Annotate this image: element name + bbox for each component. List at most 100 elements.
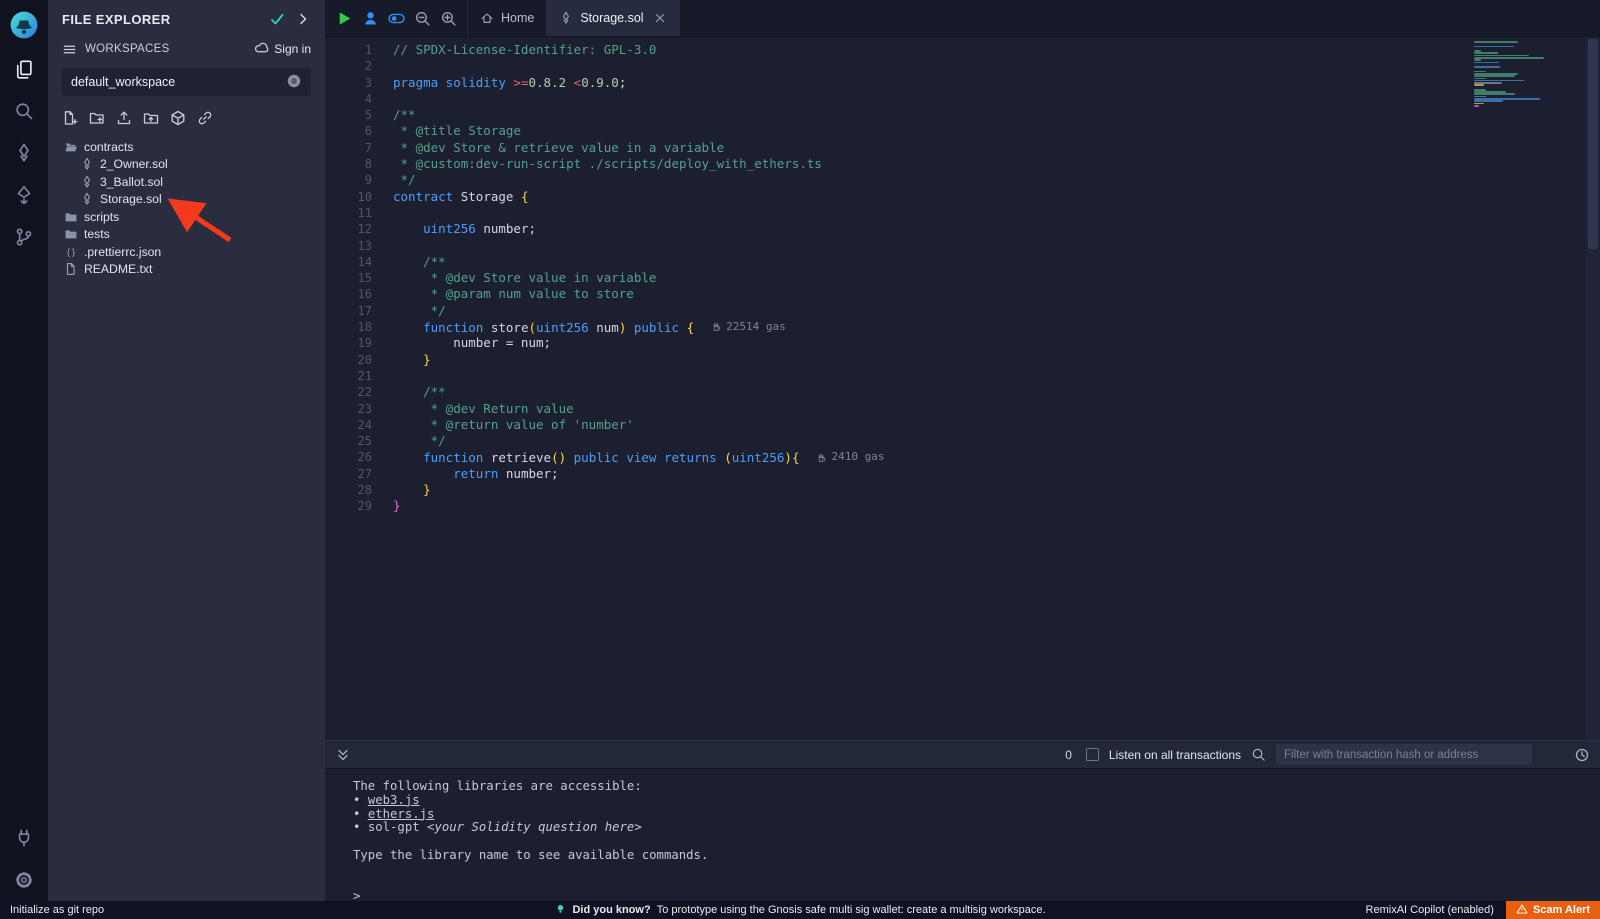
- settings-icon[interactable]: [0, 859, 48, 901]
- minimap-line: [1474, 78, 1486, 80]
- editor-scrollbar[interactable]: [1586, 37, 1600, 740]
- terminal-line: Type the library name to see available c…: [353, 849, 1600, 863]
- terminal-line: • sol-gpt <your Solidity question here>: [353, 821, 1600, 835]
- code-line-29[interactable]: }: [393, 498, 1600, 514]
- transaction-count: 0: [1065, 748, 1076, 762]
- remixai-copilot-status[interactable]: RemixAI Copilot (enabled): [1354, 904, 1506, 916]
- code-line-5[interactable]: /**: [393, 107, 1600, 123]
- minimap[interactable]: [1474, 41, 1584, 107]
- code-line-18[interactable]: function store(uint256 num) public {2251…: [393, 319, 1600, 335]
- code-line-21[interactable]: [393, 368, 1600, 384]
- terminal-prompt[interactable]: >: [353, 890, 1600, 901]
- code-line-14[interactable]: /**: [393, 254, 1600, 270]
- terminal-link-web3.js[interactable]: web3.js: [368, 793, 420, 807]
- tree-item--prettierrc-json[interactable]: {}.prettierrc.json: [48, 243, 325, 261]
- tree-item-3-ballot-sol[interactable]: 3_Ballot.sol: [48, 173, 325, 191]
- code-line-22[interactable]: /**: [393, 384, 1600, 400]
- tab-storage-sol[interactable]: Storage.sol: [547, 0, 679, 36]
- tree-item-scripts[interactable]: scripts: [48, 208, 325, 226]
- solidity-file-icon: [80, 157, 94, 171]
- listen-all-transactions-checkbox[interactable]: [1086, 748, 1099, 761]
- code-line-13[interactable]: [393, 238, 1600, 254]
- scrollbar-thumb[interactable]: [1588, 39, 1598, 249]
- link-icon[interactable]: [197, 110, 213, 126]
- workspaces-menu-icon[interactable]: [62, 42, 77, 57]
- code-line-12[interactable]: uint256 number;: [393, 221, 1600, 237]
- code-editor[interactable]: 1234567891011121314151617181920212223242…: [325, 37, 1600, 740]
- code-line-27[interactable]: return number;: [393, 466, 1600, 482]
- file-explorer-icon[interactable]: [0, 48, 48, 90]
- tree-item-2-owner-sol[interactable]: 2_Owner.sol: [48, 156, 325, 174]
- code-content[interactable]: // SPDX-License-Identifier: GPL-3.0 pragm…: [393, 37, 1600, 740]
- code-line-19[interactable]: number = num;: [393, 335, 1600, 351]
- terminal-output[interactable]: The following libraries are accessible:•…: [325, 769, 1600, 901]
- line-number: 9: [325, 172, 393, 188]
- close-tab-icon[interactable]: [653, 11, 667, 25]
- tree-item-tests[interactable]: tests: [48, 226, 325, 244]
- code-line-1[interactable]: // SPDX-License-Identifier: GPL-3.0: [393, 42, 1600, 58]
- code-line-9[interactable]: */: [393, 172, 1600, 188]
- zoom-in-button[interactable]: [435, 5, 461, 31]
- cube-icon[interactable]: [170, 110, 186, 126]
- sign-in-label: Sign in: [274, 42, 311, 56]
- workspace-options-icon[interactable]: [286, 73, 302, 92]
- history-clock-icon[interactable]: [1574, 747, 1590, 763]
- remix-logo-icon[interactable]: [0, 2, 48, 48]
- line-number-gutter: 1234567891011121314151617181920212223242…: [325, 37, 393, 740]
- search-icon[interactable]: [1251, 747, 1266, 762]
- upload-folder-icon[interactable]: [143, 110, 159, 126]
- check-icon[interactable]: [269, 11, 285, 27]
- code-line-11[interactable]: [393, 205, 1600, 221]
- init-git-repo-button[interactable]: Initialize as git repo: [0, 904, 114, 916]
- transaction-filter-input[interactable]: [1276, 744, 1532, 765]
- code-line-24[interactable]: * @return value of 'number': [393, 417, 1600, 433]
- tip-title: Did you know?: [572, 904, 650, 916]
- solidity-compiler-icon[interactable]: [0, 132, 48, 174]
- code-line-26[interactable]: function retrieve() public view returns …: [393, 449, 1600, 465]
- git-icon[interactable]: [0, 216, 48, 258]
- tree-item-contracts[interactable]: contracts: [48, 138, 325, 156]
- line-number: 28: [325, 482, 393, 498]
- code-line-28[interactable]: }: [393, 482, 1600, 498]
- code-line-8[interactable]: * @custom:dev-run-script ./scripts/deplo…: [393, 156, 1600, 172]
- folder-open-icon: [64, 140, 78, 154]
- upload-file-icon[interactable]: [116, 110, 132, 126]
- code-line-7[interactable]: * @dev Store & retrieve value in a varia…: [393, 140, 1600, 156]
- code-line-20[interactable]: }: [393, 352, 1600, 368]
- expand-terminal-icon[interactable]: [335, 747, 351, 763]
- code-line-2[interactable]: [393, 58, 1600, 74]
- code-line-10[interactable]: contract Storage {: [393, 189, 1600, 205]
- search-icon[interactable]: [0, 90, 48, 132]
- scam-alert-button[interactable]: Scam Alert: [1506, 901, 1600, 919]
- solidity-file-icon: [80, 175, 94, 189]
- code-line-3[interactable]: pragma solidity >=0.8.2 <0.9.0;: [393, 75, 1600, 91]
- sign-in-button[interactable]: Sign in: [254, 40, 311, 58]
- remixai-copilot-button[interactable]: [357, 5, 383, 31]
- deploy-and-run-icon[interactable]: [0, 174, 48, 216]
- code-line-16[interactable]: * @param num value to store: [393, 286, 1600, 302]
- tree-item-storage-sol[interactable]: Storage.sol: [48, 191, 325, 209]
- new-folder-icon[interactable]: [89, 110, 105, 126]
- minimap-line: [1474, 93, 1515, 95]
- code-line-4[interactable]: [393, 91, 1600, 107]
- run-script-button[interactable]: [331, 5, 357, 31]
- code-line-15[interactable]: * @dev Store value in variable: [393, 270, 1600, 286]
- code-line-17[interactable]: */: [393, 303, 1600, 319]
- line-number: 24: [325, 417, 393, 433]
- chevron-right-icon[interactable]: [295, 11, 311, 27]
- minimap-line: [1474, 62, 1499, 64]
- workspace-select[interactable]: default_workspace: [62, 68, 311, 96]
- terminal-link-ethers.js[interactable]: ethers.js: [368, 807, 435, 821]
- tab-home[interactable]: Home: [468, 0, 547, 36]
- code-line-25[interactable]: */: [393, 433, 1600, 449]
- code-line-6[interactable]: * @title Storage: [393, 123, 1600, 139]
- line-number: 23: [325, 401, 393, 417]
- tree-item-readme-txt[interactable]: README.txt: [48, 261, 325, 279]
- code-line-23[interactable]: * @dev Return value: [393, 401, 1600, 417]
- line-number: 19: [325, 335, 393, 351]
- plugin-manager-icon[interactable]: [0, 817, 48, 859]
- copilot-toggle-button[interactable]: [383, 5, 409, 31]
- new-file-icon[interactable]: [62, 110, 78, 126]
- cloud-icon: [254, 40, 269, 58]
- zoom-out-button[interactable]: [409, 5, 435, 31]
